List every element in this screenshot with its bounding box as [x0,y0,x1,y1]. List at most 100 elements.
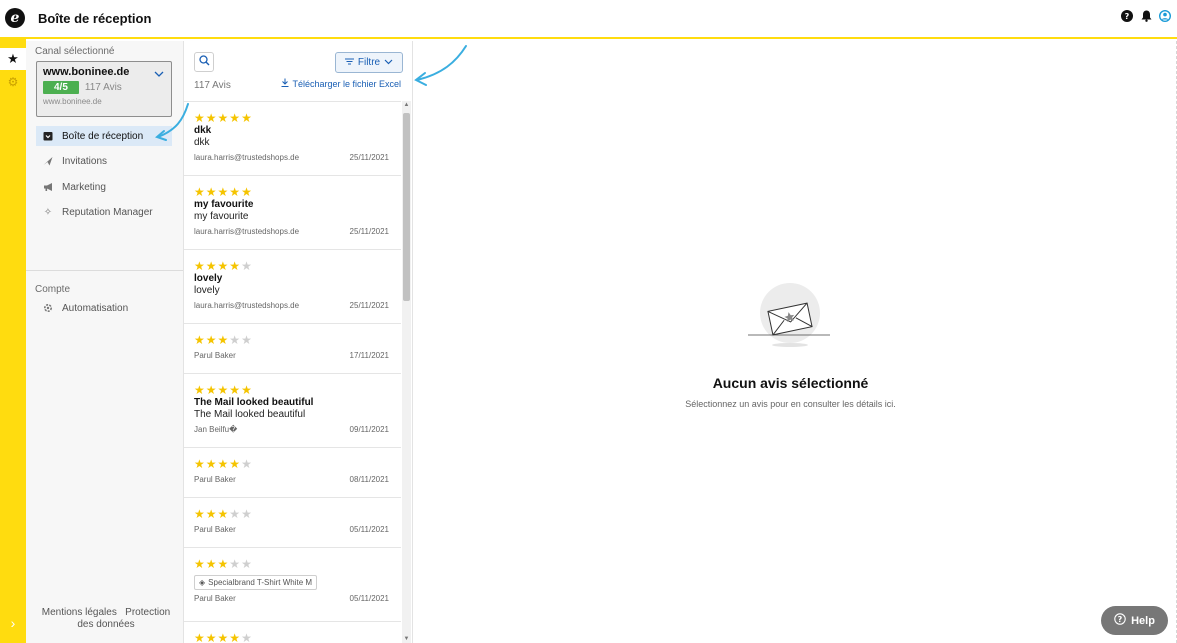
review-item[interactable]: ★★★★★ The Mail looked beautiful The Mail l… [184,373,401,447]
question-icon: ? [1114,613,1126,628]
nav-item-inbox[interactable]: Boîte de réception [36,126,172,146]
review-item[interactable]: ★★★★★ Parul Baker 08/11/2021 [184,447,401,497]
star-rating: ★★★★★ [194,457,401,471]
review-author: laura.harris@trustedshops.de [194,301,300,310]
product-tag: ◈ Specialbrand T-Shirt White M [194,575,318,590]
review-date: 05/11/2021 [349,594,389,603]
review-text: The Mail looked beautiful [194,409,306,420]
star-icon: ★ [217,185,230,199]
review-text: my favourite [194,211,249,222]
review-count: 117 Avis [194,80,231,91]
scroll-up-icon[interactable]: ▲ [402,102,411,108]
review-author: Parul Baker [194,525,236,534]
rail-expand[interactable]: › [0,615,26,631]
review-item[interactable]: ★★★★★ Parul Baker 17/11/2021 [184,323,401,373]
review-meta: laura.harris@trustedshops.de 25/11/2021 [194,227,401,236]
star-icon: ★ [194,631,206,643]
star-rating: ★★★★★ [194,333,401,347]
empty-envelope-icon [748,279,838,351]
megaphone-icon [43,182,53,192]
help-button[interactable]: ? Help [1101,606,1168,635]
review-text: dkk [194,137,210,148]
scroll-down-icon[interactable]: ▼ [402,636,411,642]
star-icon: ★ [229,631,242,643]
review-date: 25/11/2021 [349,301,389,310]
channel-url: www.boninee.de [43,97,102,106]
star-icon: ★ [217,333,230,347]
scroll-thumb[interactable] [403,113,410,301]
star-icon: ★ [194,333,206,347]
gear-icon: ⚙ [7,75,19,89]
top-bar: e Boîte de réception ? [0,0,1177,39]
review-author: Parul Baker [194,475,236,484]
star-icon: ★ [194,507,206,521]
chevron-down-icon [384,57,393,68]
channel-selector[interactable]: www.boninee.de 4/5 117 Avis www.boninee.… [36,61,172,117]
footer-links: Mentions légales Protection des données [34,607,178,631]
star-icon: ★ [205,383,218,397]
legal-link[interactable]: Mentions légales [42,607,117,618]
account-label: Compte [35,284,71,295]
rail-reviews[interactable]: ★ [0,48,26,70]
list-scrollbar[interactable]: ▲ ▼ [402,101,411,643]
help-icon[interactable]: ? [1121,10,1133,22]
chevron-right-icon: › [10,615,16,631]
star-icon: ★ [229,457,242,471]
review-item[interactable]: ★★★★★ lovely lovely laura.harris@trustedsho… [184,249,401,323]
product-label: Specialbrand T-Shirt White M [208,578,313,587]
review-item[interactable]: ★★★★★ [184,621,401,643]
search-icon [198,55,210,69]
review-item[interactable]: ★★★★★ ◈ Specialbrand T-Shirt White M Parul … [184,547,401,621]
star-icon: ★ [205,259,218,273]
nav-item-invitations[interactable]: Invitations [36,151,172,171]
star-rating: ★★★★★ [194,507,401,521]
app: e Boîte de réception ? ★ ⚙ › Canal sélec… [0,0,1177,643]
empty-state-subtitle: Sélectionnez un avis pour en consulter l… [685,399,896,409]
search-button[interactable] [194,52,214,72]
nav-item-marketing[interactable]: Marketing [36,177,172,197]
filter-button[interactable]: Filtre [335,52,403,73]
send-icon [43,156,53,166]
review-date: 25/11/2021 [349,153,389,162]
star-icon: ★ [217,383,230,397]
download-excel-link[interactable]: Télécharger le fichier Excel [281,78,401,89]
star-icon: ★ [229,507,242,521]
star-icon: ★ [205,631,218,643]
star-icon: ★ [205,507,218,521]
help-label: Help [1131,614,1155,627]
score-badge: 4/5 [43,81,79,94]
star-icon: ★ [241,383,253,397]
star-icon: ★ [194,111,206,125]
star-rating: ★★★★★ [194,259,401,273]
review-author: laura.harris@trustedshops.de [194,153,300,162]
review-author: Parul Baker [194,351,236,360]
star-rating: ★★★★★ [194,185,401,199]
svg-text:?: ? [1125,12,1130,21]
star-icon: ★ [217,259,230,273]
star-rating: ★★★★★ [194,111,401,125]
review-item[interactable]: ★★★★★ my favourite my favourite laura.harri… [184,175,401,249]
nav-item-automation[interactable]: Automatisation [36,298,172,318]
star-icon: ★ [241,631,253,643]
review-date: 09/11/2021 [349,425,389,434]
user-icon[interactable] [1159,10,1171,22]
star-icon: ★ [194,185,206,199]
review-detail-pane: Aucun avis sélectionné Sélectionnez un a… [414,41,1177,643]
rail-settings[interactable]: ⚙ [0,71,26,93]
star-icon: ★ [217,507,230,521]
svg-text:?: ? [1118,615,1123,624]
review-item[interactable]: ★★★★★ dkk dkk laura.harris@trustedshops.de 2… [184,101,401,175]
star-icon: ★ [229,111,242,125]
bell-icon[interactable] [1140,10,1152,22]
review-meta: Jan Beilfu� 09/11/2021 [194,425,401,434]
star-icon: ★ [205,185,218,199]
nav-item-reputation[interactable]: ✧ Reputation Manager [36,202,172,222]
star-icon: ★ [217,457,230,471]
brand-logo[interactable]: e [5,8,25,28]
review-item[interactable]: ★★★★★ Parul Baker 05/11/2021 [184,497,401,547]
nav-label: Marketing [62,181,106,193]
star-icon: ★ [241,185,253,199]
star-icon: ★ [205,557,218,571]
automation-icon [43,303,53,313]
review-meta: Parul Baker 05/11/2021 [194,594,401,603]
